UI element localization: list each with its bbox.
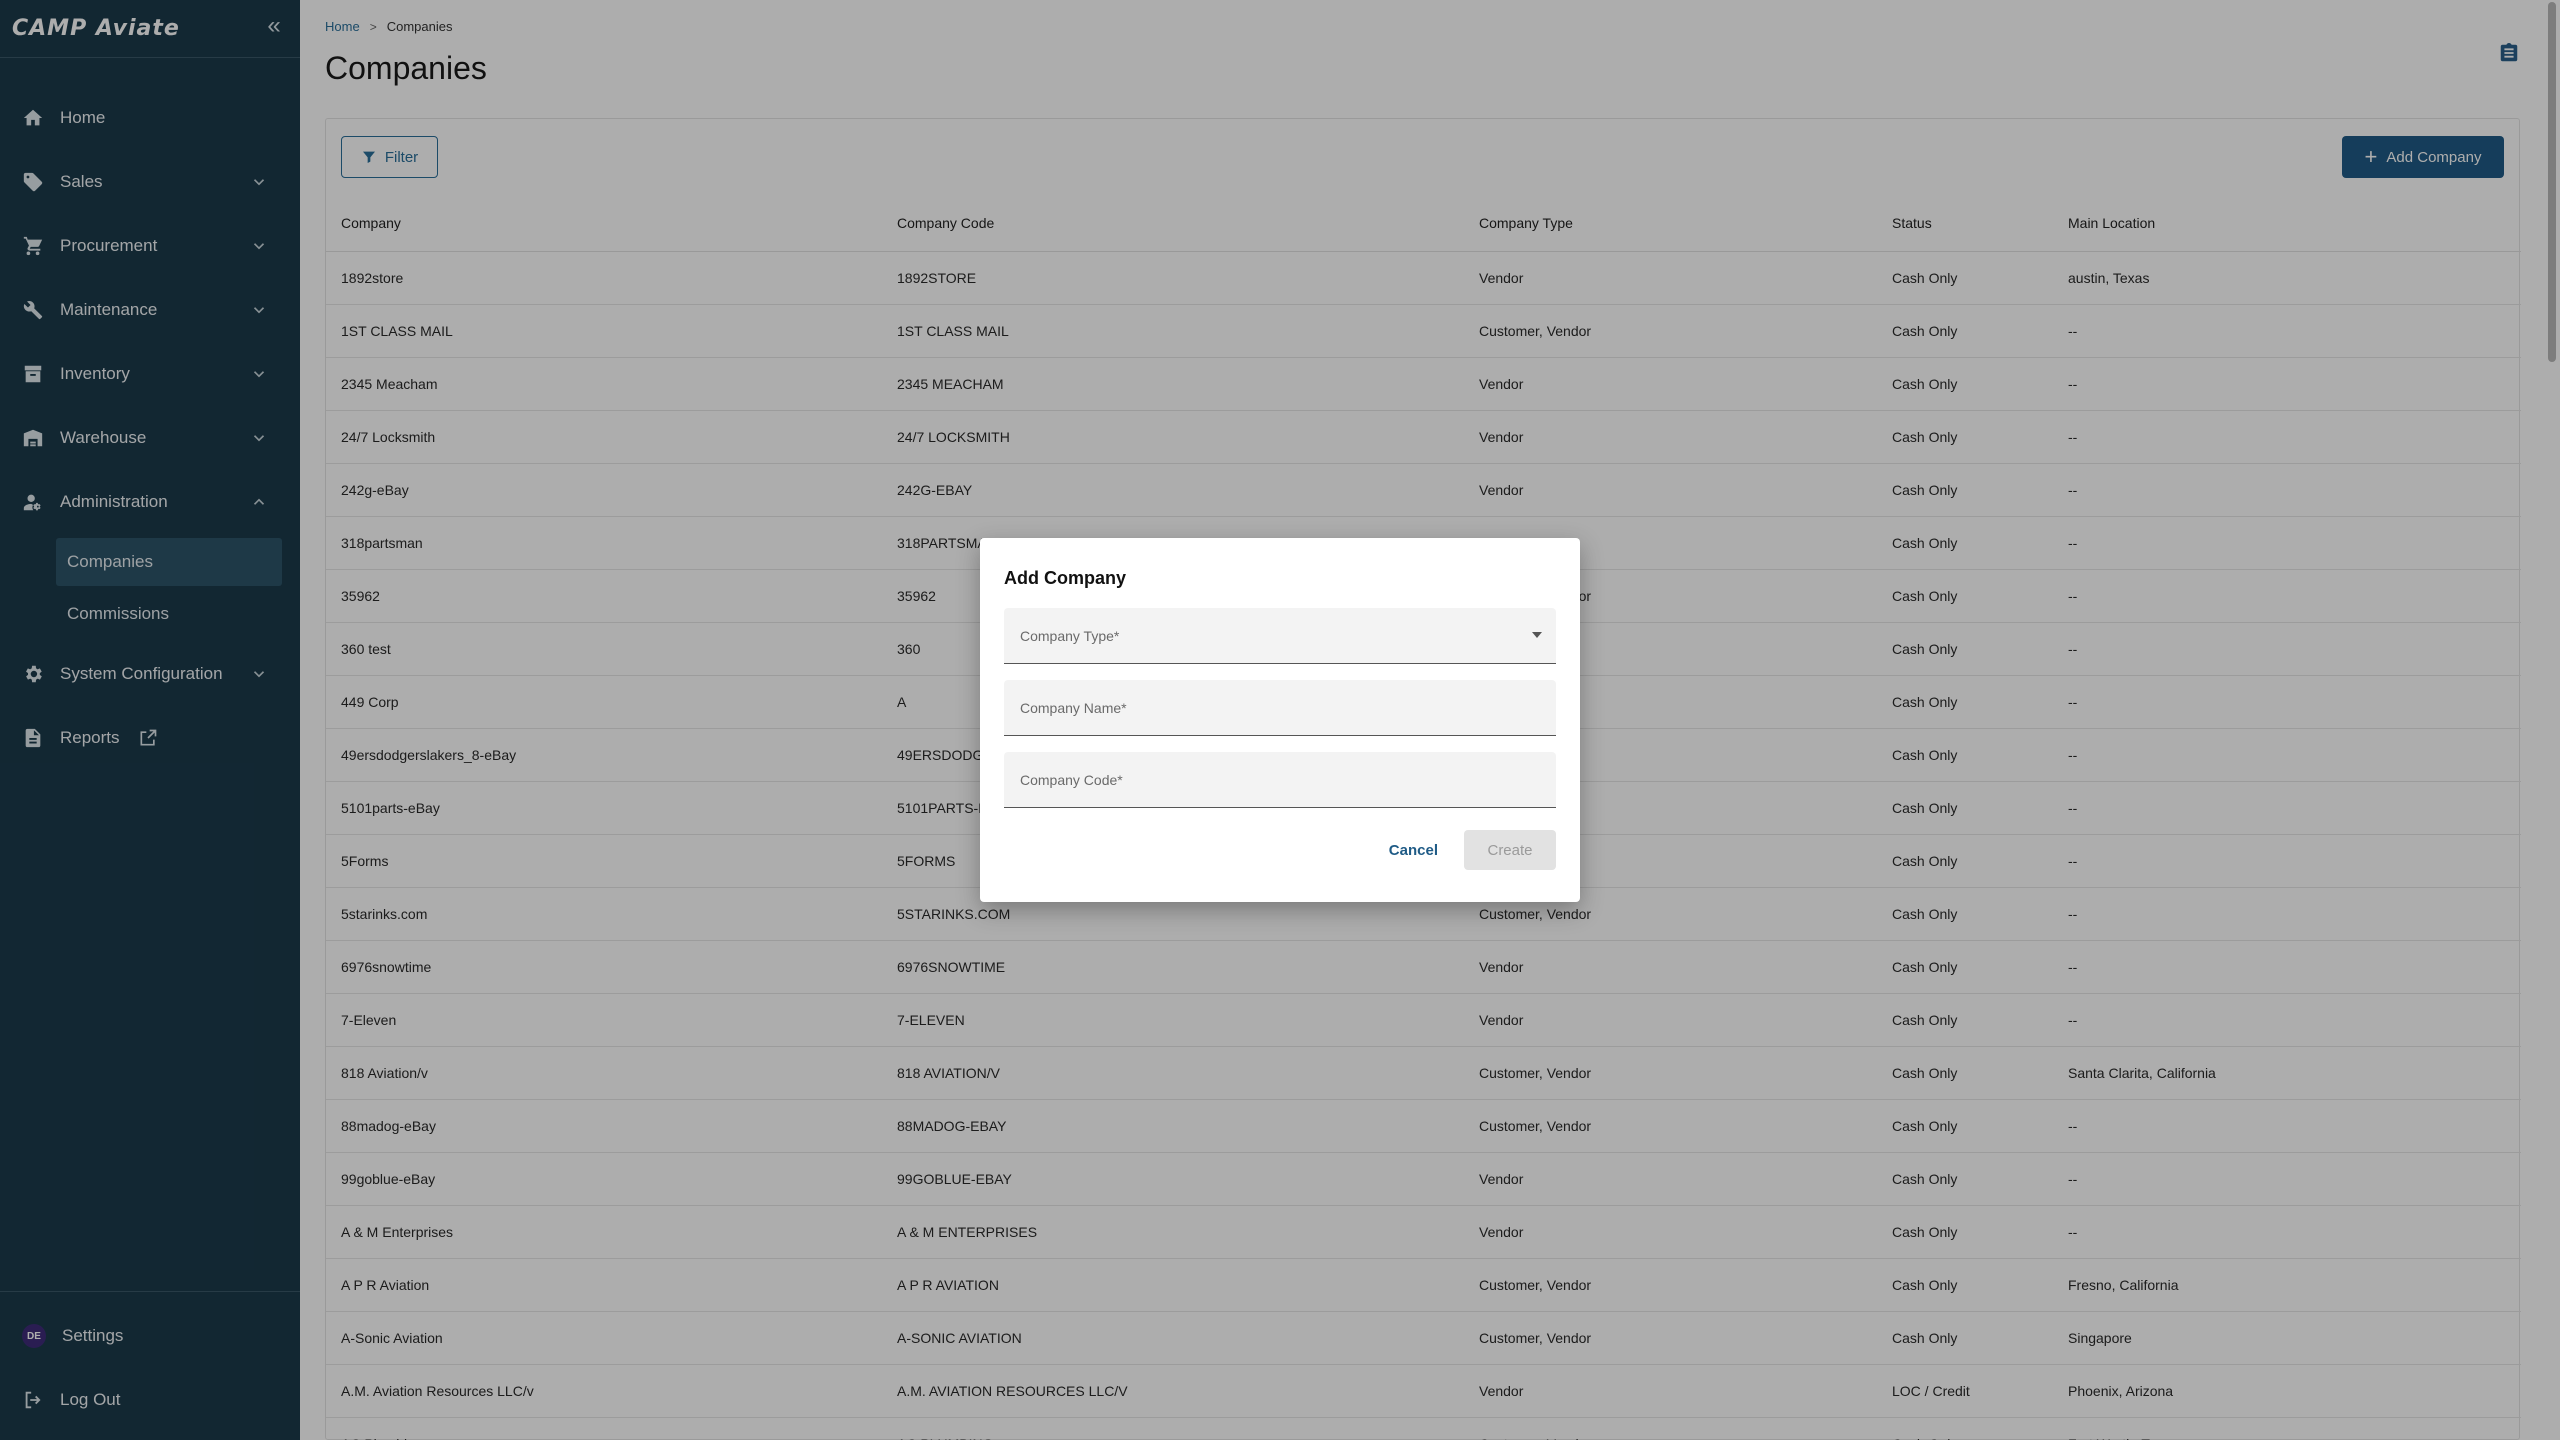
dialog-actions: Cancel Create bbox=[1385, 830, 1556, 870]
dialog-title: Add Company bbox=[1004, 568, 1127, 588]
dropdown-arrow-icon bbox=[1532, 632, 1542, 638]
company-name-input[interactable] bbox=[1004, 680, 1556, 735]
company-code-input[interactable] bbox=[1004, 752, 1556, 807]
create-button[interactable]: Create bbox=[1464, 830, 1556, 870]
company-code-field[interactable] bbox=[1004, 752, 1556, 808]
company-type-select[interactable] bbox=[1004, 608, 1556, 664]
add-company-dialog: Add Company Cancel Create bbox=[980, 538, 1580, 902]
company-name-field[interactable] bbox=[1004, 680, 1556, 736]
company-type-input[interactable] bbox=[1004, 608, 1556, 663]
cancel-button[interactable]: Cancel bbox=[1385, 834, 1442, 867]
